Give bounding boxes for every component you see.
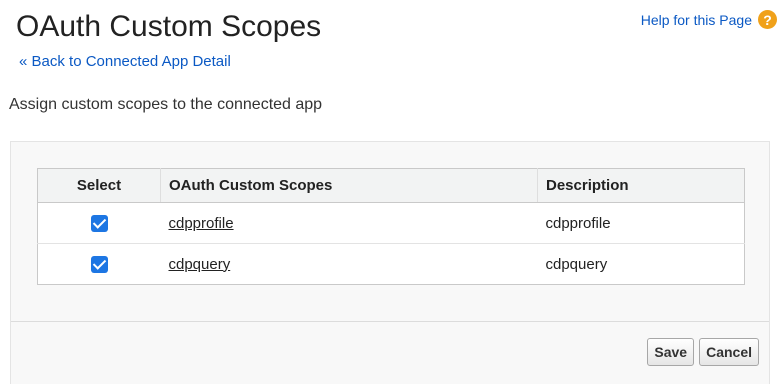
- button-bar: Save Cancel: [647, 338, 759, 366]
- scope-link[interactable]: cdpquery: [169, 256, 231, 273]
- page-title: OAuth Custom Scopes: [16, 10, 322, 43]
- scopes-table: Select OAuth Custom Scopes Description c…: [37, 168, 745, 285]
- description-cell: cdpprofile: [537, 202, 745, 244]
- panel-divider: [11, 321, 769, 322]
- back-to-connected-app-link[interactable]: « Back to Connected App Detail: [19, 53, 231, 70]
- column-header-select: Select: [37, 168, 161, 203]
- help-icon[interactable]: ?: [758, 10, 777, 29]
- scopes-panel: Select OAuth Custom Scopes Description c…: [10, 141, 770, 384]
- scope-cell: cdpquery: [161, 244, 538, 285]
- table-header-row: Select OAuth Custom Scopes Description: [37, 168, 745, 203]
- page: OAuth Custom Scopes « Back to Connected …: [0, 0, 783, 384]
- table-row: cdpprofile cdpprofile: [37, 202, 745, 244]
- select-cell: [37, 202, 161, 244]
- scope-link[interactable]: cdpprofile: [169, 215, 234, 232]
- column-header-scopes: OAuth Custom Scopes: [160, 168, 538, 203]
- select-checkbox[interactable]: [90, 255, 108, 273]
- page-subtitle: Assign custom scopes to the connected ap…: [9, 96, 323, 113]
- save-button[interactable]: Save: [647, 338, 695, 366]
- scope-cell: cdpprofile: [160, 202, 538, 244]
- cancel-button[interactable]: Cancel: [699, 338, 759, 366]
- help-for-this-page-link[interactable]: Help for this Page: [641, 12, 752, 28]
- table-row: cdpquery cdpquery: [38, 244, 745, 285]
- description-cell: cdpquery: [545, 255, 608, 273]
- select-cell: [38, 244, 161, 285]
- help-section: Help for this Page ?: [641, 10, 777, 29]
- column-header-description: Description: [537, 168, 745, 203]
- select-checkbox[interactable]: [90, 214, 108, 232]
